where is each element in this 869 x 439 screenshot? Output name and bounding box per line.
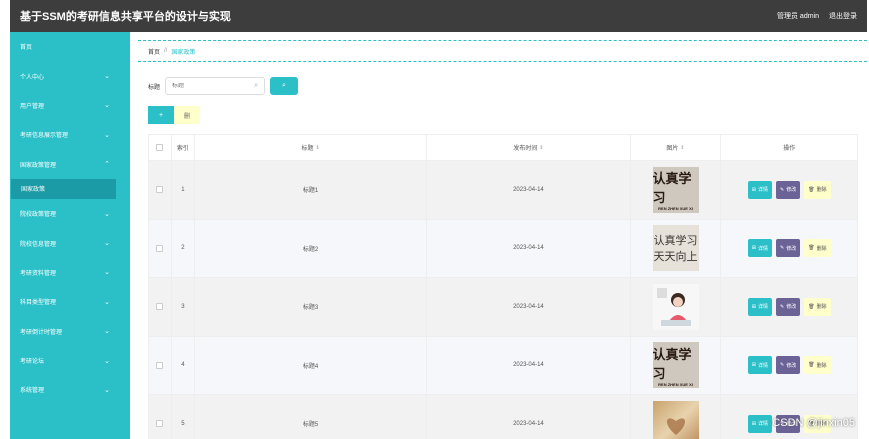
breadcrumb-separator: // — [164, 48, 168, 54]
table-header: 索引 标题 ⇕ 发布时间 ⇕ 图片 ⇕ 操作 — [149, 135, 857, 161]
detail-button[interactable]: ⊞ 详情 — [747, 180, 772, 199]
app-title: 基于SSM的考研信息共享平台的设计与实现 — [20, 11, 231, 23]
detail-icon: ⊞ — [751, 186, 756, 193]
user-label: 管理员 admin — [776, 13, 819, 20]
search-row: 标题 ⌕ ⌕ — [148, 77, 299, 95]
row-thumbnail[interactable] — [652, 400, 699, 439]
sidebar-item-users[interactable]: 用户管理 ⌄ — [10, 91, 130, 120]
sort-icon: ⇕ — [539, 144, 544, 151]
data-table: 索引 标题 ⇕ 发布时间 ⇕ 图片 ⇕ 操作 1 标题1 2023-04-14 认真学… — [148, 134, 858, 439]
sidebar-item-forum[interactable]: 考研论坛 ⌄ — [10, 346, 130, 375]
edit-button[interactable]: ✎ 修改 — [776, 239, 801, 258]
breadcrumb-current: 国家政策 — [171, 49, 196, 56]
table-row: 5 标题5 2023-04-14 ⊞ 详情 ✎ 修改 🗑 删除 — [149, 395, 857, 439]
table-row: 3 标题3 2023-04-14 ⊞ 详情 ✎ 修改 🗑 删除 — [149, 278, 857, 337]
sidebar-item-subjects[interactable]: 科目类型管理 ⌄ — [10, 287, 130, 316]
breadcrumb-home[interactable]: 首页 — [148, 47, 160, 56]
row-checkbox[interactable] — [156, 303, 164, 311]
sort-icon: ⇕ — [315, 144, 320, 151]
action-row: + 删 — [148, 106, 200, 124]
chevron-down-icon: ⌄ — [104, 131, 110, 139]
select-all-checkbox[interactable] — [156, 144, 164, 151]
detail-icon: ⊞ — [751, 303, 756, 310]
sidebar-subitem-national-policy[interactable]: 国家政策 — [11, 178, 116, 199]
delete-button[interactable]: 🗑 删除 — [804, 356, 831, 375]
sort-icon: ⇕ — [680, 144, 685, 151]
breadcrumb: 首页 // 国家政策 — [138, 40, 867, 62]
sidebar-item-personal[interactable]: 个人中心 ⌄ — [10, 61, 130, 90]
table-row: 4 标题4 2023-04-14 认真学习 REN ZHEN XUE XI ⊞ 详情… — [149, 336, 857, 395]
header-title[interactable]: 标题 ⇕ — [193, 135, 426, 160]
delete-button[interactable]: 🗑 删除 — [804, 180, 831, 199]
header-image[interactable]: 图片 ⇕ — [629, 135, 721, 160]
sidebar-item-materials[interactable]: 考研资料管理 ⌄ — [10, 258, 130, 287]
chevron-down-icon: ⌄ — [104, 102, 110, 110]
chevron-down-icon: ⌄ — [104, 210, 110, 218]
search-input[interactable] — [172, 83, 253, 89]
detail-button[interactable]: ⊞ 详情 — [747, 239, 772, 258]
delete-button[interactable]: 🗑 删除 — [804, 239, 831, 258]
chevron-down-icon: ⌄ — [104, 298, 110, 306]
detail-button[interactable]: ⊞ 详情 — [747, 414, 772, 433]
row-checkbox[interactable] — [156, 186, 164, 194]
batch-delete-button[interactable]: 删 — [174, 106, 200, 124]
watermark: CSDN @jinxin05 — [772, 417, 855, 429]
trash-icon: 🗑 — [808, 362, 815, 369]
detail-button[interactable]: ⊞ 详情 — [747, 297, 772, 316]
edit-icon: ✎ — [780, 303, 785, 310]
main-content: 首页 // 国家政策 标题 ⌕ ⌕ + 删 索引 标题⇕ 发布时间⇕ 图片⇕ 操… — [130, 32, 869, 439]
edit-icon: ✎ — [780, 186, 785, 193]
trash-icon: 🗑 — [808, 303, 815, 310]
header-date[interactable]: 发布时间 ⇕ — [426, 135, 629, 160]
header-ops: 操作 — [720, 135, 857, 160]
table-row: 2 标题2 2023-04-14 认真学习 天天向上 ⊞ 详情 ✎ 修改 🗑 删除 — [149, 219, 857, 278]
detail-icon: ⊞ — [751, 362, 756, 369]
chevron-down-icon: ⌄ — [104, 357, 110, 365]
chevron-up-icon: ⌃ — [104, 161, 110, 169]
sidebar-item-home[interactable]: 首页 — [10, 32, 130, 61]
row-checkbox[interactable] — [156, 361, 164, 369]
sidebar-item-school-info[interactable]: 院校信息管理 ⌄ — [10, 228, 130, 257]
logout-link[interactable]: 退出登录 — [829, 11, 857, 21]
sidebar: 首页 个人中心 ⌄ 用户管理 ⌄ 考研信息展示管理 ⌄ 国家政策管理 ⌃ 国家政策 院校… — [10, 32, 130, 439]
search-icon: ⌕ — [282, 82, 286, 89]
add-button[interactable]: + — [148, 106, 174, 124]
chevron-down-icon: ⌄ — [104, 328, 110, 336]
student-illustration-icon — [656, 287, 691, 326]
detail-icon: ⊞ — [751, 245, 756, 252]
edit-button[interactable]: ✎ 修改 — [776, 297, 801, 316]
search-icon: ⌕ — [254, 82, 259, 89]
row-thumbnail[interactable] — [652, 283, 699, 330]
sidebar-item-school-policy[interactable]: 院校政策管理 ⌄ — [10, 199, 130, 228]
row-thumbnail[interactable]: 认真学习 REN ZHEN XUE XI — [652, 342, 699, 389]
search-label: 标题 — [148, 84, 161, 91]
sidebar-item-national-policy[interactable]: 国家政策管理 ⌃ — [10, 150, 130, 179]
edit-icon: ✎ — [780, 245, 785, 252]
row-checkbox[interactable] — [156, 244, 164, 252]
row-thumbnail[interactable]: 认真学习 REN ZHEN XUE XI — [652, 166, 699, 213]
row-thumbnail[interactable]: 认真学习 天天向上 — [652, 225, 699, 272]
sidebar-item-exam-info[interactable]: 考研信息展示管理 ⌄ — [10, 120, 130, 149]
sidebar-item-countdown[interactable]: 考研倒计时管理 ⌄ — [10, 317, 130, 346]
chevron-down-icon: ⌄ — [104, 269, 110, 277]
trash-icon: 🗑 — [808, 245, 815, 252]
chevron-down-icon: ⌄ — [104, 386, 110, 394]
header-index: 索引 — [170, 135, 194, 160]
detail-button[interactable]: ⊞ 详情 — [747, 356, 772, 375]
top-bar: 基于SSM的考研信息共享平台的设计与实现 管理员 admin 退出登录 — [10, 0, 867, 32]
search-button[interactable]: ⌕ — [270, 77, 299, 95]
row-checkbox[interactable] — [156, 420, 164, 428]
edit-button[interactable]: ✎ 修改 — [776, 180, 801, 199]
trash-icon: 🗑 — [808, 186, 815, 193]
detail-icon: ⊞ — [751, 420, 756, 427]
book-heart-icon — [666, 418, 685, 435]
chevron-down-icon: ⌄ — [104, 73, 110, 81]
chevron-down-icon: ⌄ — [104, 240, 110, 248]
edit-button[interactable]: ✎ 修改 — [776, 356, 801, 375]
search-field[interactable]: ⌕ — [165, 77, 266, 95]
sidebar-item-system[interactable]: 系统管理 ⌄ — [10, 375, 130, 404]
edit-icon: ✎ — [780, 362, 785, 369]
table-row: 1 标题1 2023-04-14 认真学习 REN ZHEN XUE XI ⊞ 详情… — [149, 161, 857, 220]
delete-button[interactable]: 🗑 删除 — [804, 297, 831, 316]
